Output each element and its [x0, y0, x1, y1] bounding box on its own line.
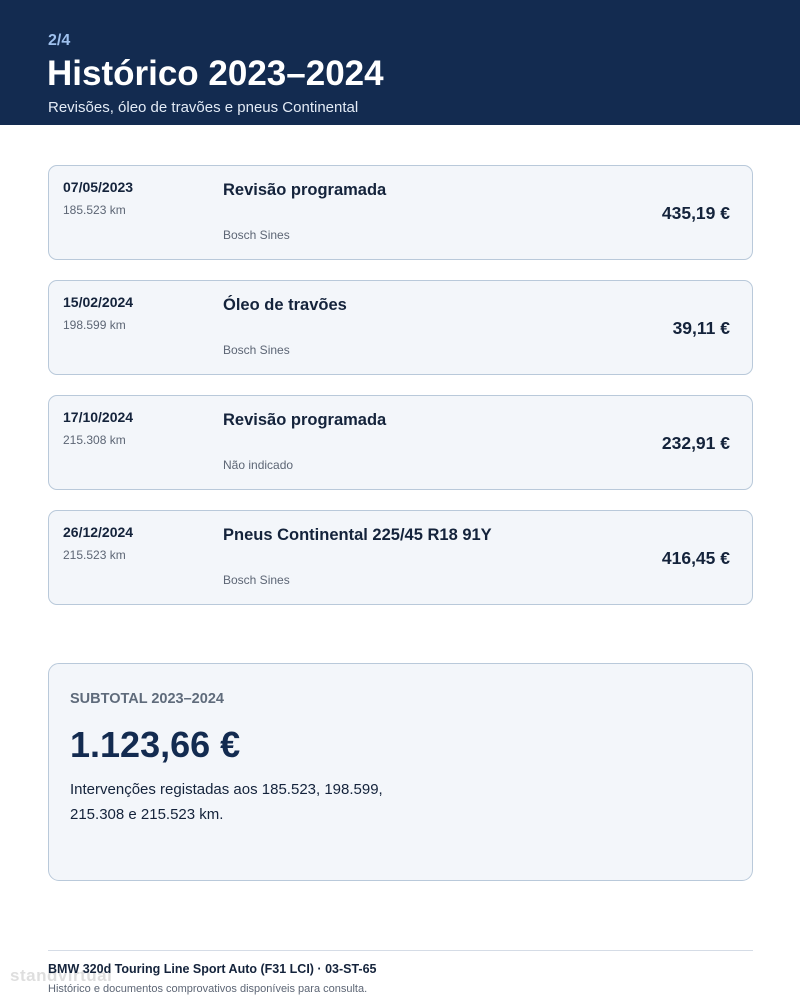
entry-title: Revisão programada — [223, 411, 387, 429]
entry-amount: 232,91 € — [661, 433, 730, 453]
entry-date: 17/10/2024 — [63, 409, 134, 425]
entry-title: Óleo de travões — [223, 296, 347, 314]
entry-workshop: Bosch Sines — [223, 228, 290, 242]
entry-mileage: 198.599 km — [63, 318, 126, 332]
service-history-list: 07/05/2023 185.523 km Revisão programada… — [48, 165, 753, 625]
entry-amount: 435,19 € — [661, 203, 730, 223]
page-header: 2/4 Histórico 2023–2024 Revisões, óleo d… — [0, 0, 800, 125]
entry-title: Revisão programada — [223, 181, 387, 199]
service-entry: 17/10/2024 215.308 km Revisão programada… — [48, 395, 753, 490]
page-title: Histórico 2023–2024 — [47, 54, 384, 93]
page-subtitle: Revisões, óleo de travões e pneus Contin… — [48, 99, 359, 116]
entry-title: Pneus Continental 225/45 R18 91Y — [223, 526, 492, 544]
page-indicator: 2/4 — [48, 32, 71, 49]
entry-date: 26/12/2024 — [63, 524, 134, 540]
entry-mileage: 185.523 km — [63, 203, 126, 217]
subtotal-note: Intervenções registadas aos 185.523, 198… — [70, 781, 383, 823]
entry-date: 07/05/2023 — [63, 179, 134, 195]
entry-workshop: Bosch Sines — [223, 573, 290, 587]
entry-amount: 416,45 € — [661, 548, 730, 568]
entry-workshop: Não indicado — [223, 458, 294, 472]
footer-divider — [48, 950, 753, 951]
subtotal-label: SUBTOTAL 2023–2024 — [70, 691, 224, 707]
subtotal-card: SUBTOTAL 2023–2024 1.123,66 € Intervençõ… — [48, 663, 753, 881]
entry-workshop: Bosch Sines — [223, 343, 290, 357]
entry-mileage: 215.308 km — [63, 433, 126, 447]
entry-mileage: 215.523 km — [63, 548, 126, 562]
service-entry: 15/02/2024 198.599 km Óleo de travões Bo… — [48, 280, 753, 375]
service-entry: 07/05/2023 185.523 km Revisão programada… — [48, 165, 753, 260]
subtotal-amount: 1.123,66 € — [70, 724, 241, 765]
entry-date: 15/02/2024 — [63, 294, 134, 310]
entry-amount: 39,11 € — [672, 318, 730, 338]
footer-note: Histórico e documentos comprovativos dis… — [48, 983, 368, 995]
footer-vehicle-model: BMW 320d Touring Line Sport Auto (F31 LC… — [48, 962, 377, 976]
service-entry: 26/12/2024 215.523 km Pneus Continental … — [48, 510, 753, 605]
